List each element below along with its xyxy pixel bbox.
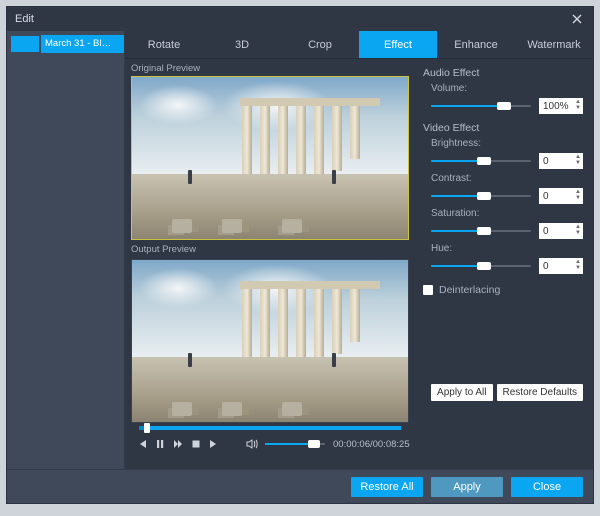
next-frame-icon[interactable] [209,437,219,451]
apply-to-all-button[interactable]: Apply to All [431,384,492,401]
close-button[interactable]: Close [511,477,583,497]
stop-icon[interactable] [191,437,201,451]
play-controls: 00:00:06/00:08:25 [137,437,403,451]
pause-icon[interactable] [155,437,165,451]
scene-image [132,77,408,239]
audio-effect-label: Audio Effect [423,67,583,79]
deinterlacing-checkbox[interactable] [423,285,433,295]
spinner-arrows-icon[interactable]: ▲▼ [575,224,581,236]
output-preview-label: Output Preview [131,244,409,255]
sidebar: March 31 - Bl… [7,31,125,469]
spinner-arrows-icon[interactable]: ▲▼ [575,259,581,271]
titlebar: Edit [7,7,593,31]
brightness-label: Brightness: [431,138,503,149]
spinner-arrows-icon[interactable]: ▲▼ [575,189,581,201]
output-preview [131,259,409,423]
content: Original Preview [125,59,593,469]
footer: Restore All Apply Close [7,469,593,503]
volume-effect-slider[interactable] [431,100,531,112]
main: Rotate 3D Crop Effect Enhance Watermark … [125,31,593,469]
sidebar-item-clip[interactable]: March 31 - Bl… [7,35,124,53]
playbar: 00:00:06/00:08:25 [131,423,409,463]
saturation-label: Saturation: [431,208,503,219]
volume-control [245,437,325,451]
hue-slider[interactable] [431,260,531,272]
brightness-value-input[interactable]: 0▲▼ [539,153,583,169]
hue-value-input[interactable]: 0▲▼ [539,258,583,274]
volume-value-input[interactable]: 100% ▲▼ [539,98,583,114]
contrast-label: Contrast: [431,173,503,184]
original-preview [131,76,409,240]
contrast-slider[interactable] [431,190,531,202]
deinterlacing-row[interactable]: Deinterlacing [423,284,583,296]
restore-defaults-button[interactable]: Restore Defaults [497,384,583,401]
spinner-arrows-icon[interactable]: ▲▼ [575,154,581,166]
original-preview-label: Original Preview [131,63,409,74]
preview-column: Original Preview [125,59,415,469]
hue-label: Hue: [431,243,503,254]
tab-3d[interactable]: 3D [203,31,281,58]
contrast-value-input[interactable]: 0▲▼ [539,188,583,204]
brightness-slider[interactable] [431,155,531,167]
tab-rotate[interactable]: Rotate [125,31,203,58]
sidebar-item-label: March 31 - Bl… [41,35,124,53]
tab-crop[interactable]: Crop [281,31,359,58]
tab-watermark[interactable]: Watermark [515,31,593,58]
video-effect-label: Video Effect [423,122,583,134]
effect-controls: Audio Effect Volume: 100% ▲▼ [415,59,593,469]
tab-enhance[interactable]: Enhance [437,31,515,58]
deinterlacing-label: Deinterlacing [439,284,500,296]
edit-window: Edit March 31 - Bl… Rotate 3D Crop Effec… [6,6,594,504]
speaker-icon[interactable] [245,437,259,451]
time-display: 00:00:06/00:08:25 [333,439,410,450]
tab-effect[interactable]: Effect [359,31,437,58]
body: March 31 - Bl… Rotate 3D Crop Effect Enh… [7,31,593,469]
spinner-arrows-icon[interactable]: ▲▼ [575,99,581,111]
volume-slider[interactable] [265,438,325,450]
restore-all-button[interactable]: Restore All [351,477,423,497]
window-title: Edit [15,13,569,25]
top-nav: Rotate 3D Crop Effect Enhance Watermark [125,31,593,59]
scene-image [132,260,408,422]
volume-label: Volume: [431,83,503,94]
prev-frame-icon[interactable] [137,437,147,451]
saturation-value-input[interactable]: 0▲▼ [539,223,583,239]
timeline[interactable] [139,423,401,431]
saturation-slider[interactable] [431,225,531,237]
apply-button[interactable]: Apply [431,477,503,497]
timeline-thumb[interactable] [144,423,150,433]
close-icon[interactable] [569,11,585,27]
sidebar-thumb [11,36,39,52]
fast-forward-icon[interactable] [173,437,183,451]
